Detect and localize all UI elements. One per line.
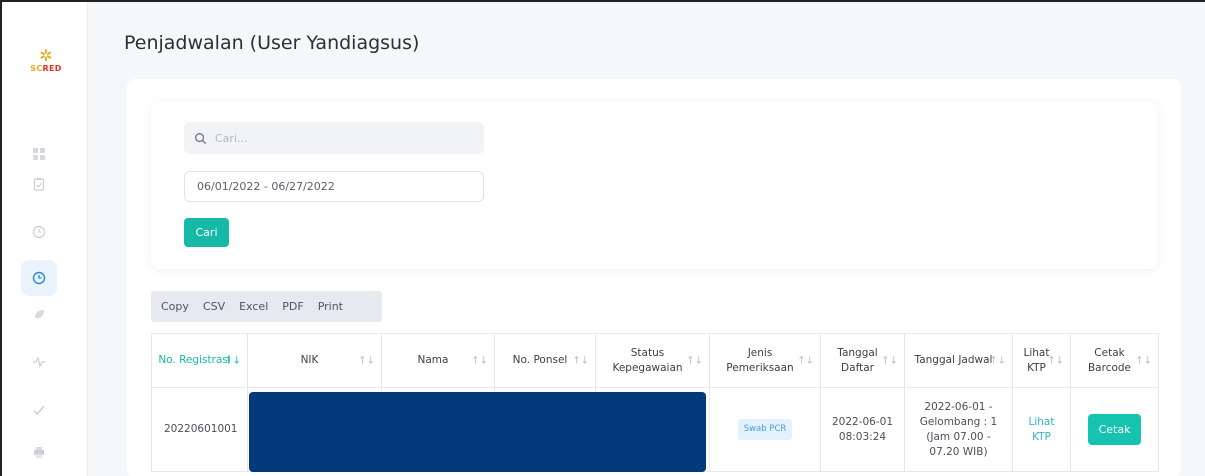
clipboard-icon[interactable]	[21, 166, 57, 202]
pdf-button[interactable]: PDF	[282, 300, 303, 313]
sort-icon: ↑↓	[358, 355, 375, 366]
date-range-input[interactable]: 06/01/2022 - 06/27/2022	[184, 171, 484, 202]
copy-button[interactable]: Copy	[161, 300, 189, 313]
sort-icon: ↑↓	[1135, 355, 1152, 366]
sort-icon: ↑↓	[572, 355, 589, 366]
col-header-lihat-ktp[interactable]: Lihat KTP ↑↓	[1012, 333, 1071, 388]
sort-icon: ↑↓	[1047, 355, 1064, 366]
col-header-cetak-barcode[interactable]: Cetak Barcode ↑↓	[1070, 333, 1159, 388]
print-button[interactable]: Print	[318, 300, 343, 313]
col-header-nama[interactable]: Nama ↑↓	[381, 333, 495, 388]
logo-text: SCRED	[30, 64, 62, 73]
sort-icon: ↑↓	[797, 355, 814, 366]
logo-star-icon: ✲	[39, 46, 53, 65]
csv-button[interactable]: CSV	[203, 300, 225, 313]
col-header-jenis-pemeriksaan[interactable]: Jenis Pemeriksaan ↑↓	[709, 333, 821, 388]
printer-icon[interactable]	[21, 434, 57, 470]
lihat-ktp-link[interactable]: Lihat KTP	[1029, 416, 1055, 443]
exam-type-badge: Swab PCR	[737, 419, 793, 440]
excel-button[interactable]: Excel	[239, 300, 268, 313]
cari-button[interactable]: Cari	[184, 218, 229, 247]
col-header-status-kepegawaian[interactable]: Status Kepegawaian ↑↓	[595, 333, 710, 388]
cetak-button[interactable]: Cetak	[1088, 414, 1141, 445]
sort-icon: ↑↓	[686, 355, 703, 366]
check-icon[interactable]	[21, 392, 57, 428]
cell-tanggal-daftar: 2022-06-01 08:03:24	[820, 387, 905, 472]
clock-icon[interactable]	[21, 214, 57, 250]
col-header-no-registrasi[interactable]: No. Registrasi ↑↓	[151, 333, 248, 388]
cell-jenis-pemeriksaan: Swab PCR	[709, 387, 821, 472]
app-logo[interactable]: ✲ SCRED	[18, 46, 74, 74]
search-icon	[195, 132, 207, 144]
pulse-icon[interactable]	[21, 344, 57, 380]
page-title: Penjadwalan (User Yandiagsus)	[124, 32, 420, 54]
cell-lihat-ktp: Lihat KTP	[1012, 387, 1071, 472]
col-header-tanggal-jadwal[interactable]: Tanggal Jadwal ↑↓	[904, 333, 1013, 388]
sort-icon: ↑↓	[881, 355, 898, 366]
col-header-tanggal-daftar[interactable]: Tanggal Daftar ↑↓	[820, 333, 905, 388]
search-input[interactable]	[215, 131, 455, 145]
cell-no-registrasi: 20220601001	[151, 387, 248, 472]
sort-icon: ↑↓	[471, 355, 488, 366]
cell-cetak: Cetak	[1070, 387, 1159, 472]
table-header-row: No. Registrasi ↑↓ NIK ↑↓ Nama ↑↓ No. Ponsel…	[151, 333, 1159, 388]
sort-icon: ↑↓	[989, 355, 1006, 366]
clock-active-icon[interactable]	[21, 260, 57, 296]
col-header-no-ponsel[interactable]: No. Ponsel ↑↓	[494, 333, 596, 388]
export-toolbar: Copy CSV Excel PDF Print	[151, 291, 382, 322]
col-header-nik[interactable]: NIK ↑↓	[247, 333, 382, 388]
leaf-icon[interactable]	[21, 296, 57, 332]
sort-icon: ↑↓	[224, 355, 241, 366]
redaction-block	[249, 392, 706, 472]
search-box[interactable]	[184, 122, 484, 154]
cell-tanggal-jadwal: 2022-06-01 - Gelombang : 1 (Jam 07.00 - …	[904, 387, 1013, 472]
